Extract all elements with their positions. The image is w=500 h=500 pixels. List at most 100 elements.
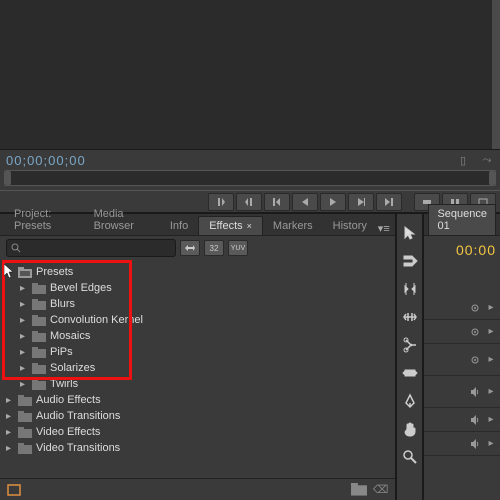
track-header-area: ▸ ▸ ▸ ▸ ▸ ▸ bbox=[424, 294, 500, 500]
folder-icon bbox=[32, 299, 46, 310]
toggle-output-icon[interactable] bbox=[468, 301, 482, 315]
step-back-button[interactable] bbox=[292, 193, 318, 211]
tree-label: Video Transitions bbox=[36, 442, 120, 454]
video-track-header[interactable]: ▸ bbox=[424, 344, 500, 376]
tree-label: Twirls bbox=[50, 378, 78, 390]
timeline-scrubber[interactable] bbox=[4, 170, 496, 186]
lock-icon[interactable]: ▸ bbox=[484, 353, 498, 367]
sequence-timecode[interactable]: 00:00 bbox=[424, 236, 500, 264]
tree-label: Convolution Kernel bbox=[50, 314, 143, 326]
speaker-icon[interactable] bbox=[468, 413, 482, 427]
folder-icon bbox=[32, 283, 46, 294]
tab-media-browser[interactable]: Media Browser bbox=[84, 205, 160, 235]
chevron-right-icon[interactable]: ▸ bbox=[6, 427, 14, 438]
lock-icon[interactable]: ▸ bbox=[484, 325, 498, 339]
chevron-right-icon[interactable]: ▸ bbox=[20, 283, 28, 294]
mark-in-button[interactable] bbox=[208, 193, 234, 211]
tree-folder-audio-transitions[interactable]: ▸ Audio Transitions bbox=[6, 408, 389, 424]
video-track-header[interactable]: ▸ bbox=[424, 296, 500, 320]
lock-icon[interactable]: ▸ bbox=[484, 301, 498, 315]
tab-markers[interactable]: Markers bbox=[263, 217, 323, 235]
play-button[interactable] bbox=[320, 193, 346, 211]
new-bin-icon[interactable] bbox=[351, 483, 367, 497]
tab-history[interactable]: History bbox=[323, 217, 377, 235]
tab-info[interactable]: Info bbox=[160, 217, 198, 235]
track-select-tool-icon[interactable] bbox=[401, 252, 419, 270]
chevron-right-icon[interactable]: ▸ bbox=[6, 411, 14, 422]
panel-menu-icon[interactable]: ▾≡ bbox=[377, 222, 391, 235]
tree-folder-presets[interactable]: ▾ Presets bbox=[6, 264, 389, 280]
program-monitor bbox=[0, 0, 500, 150]
lock-icon[interactable]: ▸ bbox=[484, 413, 498, 427]
tree-folder[interactable]: ▸PiPs bbox=[6, 344, 389, 360]
audio-track-header[interactable]: ▸ bbox=[424, 432, 500, 456]
tree-label: Audio Effects bbox=[36, 394, 101, 406]
tab-project[interactable]: Project: Presets bbox=[4, 205, 84, 235]
tree-folder[interactable]: ▸ Twirls bbox=[6, 376, 389, 392]
chevron-right-icon[interactable]: ▸ bbox=[20, 379, 28, 390]
tree-label: Audio Transitions bbox=[36, 410, 120, 422]
folder-icon bbox=[32, 347, 46, 358]
delete-icon[interactable]: ⌫ bbox=[373, 483, 389, 497]
lock-icon[interactable]: ▸ bbox=[484, 437, 498, 451]
tree-folder-audio-effects[interactable]: ▸ Audio Effects bbox=[6, 392, 389, 408]
close-icon[interactable]: × bbox=[247, 221, 252, 231]
tree-folder-video-effects[interactable]: ▸ Video Effects bbox=[6, 424, 389, 440]
filter-32bit-button[interactable]: 32 bbox=[204, 240, 224, 256]
zoom-tool-icon[interactable] bbox=[401, 448, 419, 466]
go-to-in-button[interactable] bbox=[264, 193, 290, 211]
selection-tool-icon[interactable] bbox=[401, 224, 419, 242]
tree-folder[interactable]: ▸Blurs bbox=[6, 296, 389, 312]
find-icon[interactable] bbox=[6, 483, 22, 497]
speaker-icon[interactable] bbox=[468, 385, 482, 399]
chevron-right-icon[interactable]: ▸ bbox=[20, 315, 28, 326]
tree-folder[interactable]: ▸ Convolution Kernel bbox=[6, 312, 389, 328]
effects-search-row: 32 YUV bbox=[0, 236, 395, 260]
tree-folder[interactable]: ▸Mosaics bbox=[6, 328, 389, 344]
video-track-header[interactable]: ▸ bbox=[424, 320, 500, 344]
filter-accelerated-button[interactable] bbox=[180, 240, 200, 256]
tree-label: Solarizes bbox=[50, 362, 95, 374]
output-icon[interactable]: ⤳ bbox=[480, 154, 494, 166]
chevron-right-icon[interactable]: ▸ bbox=[20, 331, 28, 342]
slip-tool-icon[interactable] bbox=[401, 364, 419, 382]
audio-track-header[interactable]: ▸ bbox=[424, 408, 500, 432]
lock-icon[interactable]: ▸ bbox=[484, 385, 498, 399]
folder-icon bbox=[32, 379, 46, 390]
toggle-output-icon[interactable] bbox=[468, 353, 482, 367]
chevron-right-icon[interactable]: ▸ bbox=[20, 347, 28, 358]
chevron-right-icon[interactable]: ▸ bbox=[20, 299, 28, 310]
cursor-icon bbox=[4, 264, 16, 280]
search-input[interactable] bbox=[6, 239, 176, 257]
hand-tool-icon[interactable] bbox=[401, 420, 419, 438]
razor-tool-icon[interactable] bbox=[401, 336, 419, 354]
step-forward-button[interactable] bbox=[348, 193, 374, 211]
folder-icon bbox=[18, 411, 32, 422]
chevron-right-icon[interactable]: ▸ bbox=[6, 443, 14, 454]
tree-folder[interactable]: ▸ Solarizes bbox=[6, 360, 389, 376]
safe-margins-icon[interactable]: ▯ bbox=[456, 154, 470, 166]
toggle-output-icon[interactable] bbox=[468, 325, 482, 339]
audio-track-header[interactable]: ▸ bbox=[424, 376, 500, 408]
panel-footer: ⌫ bbox=[0, 478, 395, 500]
rate-stretch-tool-icon[interactable] bbox=[401, 308, 419, 326]
go-to-out-button[interactable] bbox=[376, 193, 402, 211]
folder-icon bbox=[32, 363, 46, 374]
folder-icon bbox=[32, 331, 46, 342]
speaker-icon[interactable] bbox=[468, 437, 482, 451]
mark-out-button[interactable] bbox=[236, 193, 262, 211]
tree-folder-video-transitions[interactable]: ▸ Video Transitions bbox=[6, 440, 389, 456]
filter-yuv-button[interactable]: YUV bbox=[228, 240, 248, 256]
ripple-edit-tool-icon[interactable] bbox=[401, 280, 419, 298]
tree-folder[interactable]: ▸Bevel Edges bbox=[6, 280, 389, 296]
tab-sequence[interactable]: Sequence 01 bbox=[428, 204, 496, 235]
effects-tree[interactable]: ▾ Presets ▸Bevel Edges ▸Blurs ▸ Convoluti… bbox=[0, 260, 395, 478]
chevron-right-icon[interactable]: ▸ bbox=[6, 395, 14, 406]
tools-panel bbox=[397, 214, 425, 500]
folder-icon bbox=[18, 395, 32, 406]
pen-tool-icon[interactable] bbox=[401, 392, 419, 410]
current-timecode[interactable]: 00;00;00;00 bbox=[6, 153, 86, 168]
chevron-right-icon[interactable]: ▸ bbox=[20, 363, 28, 374]
tree-label: Video Effects bbox=[36, 426, 100, 438]
tab-effects[interactable]: Effects× bbox=[198, 216, 263, 235]
